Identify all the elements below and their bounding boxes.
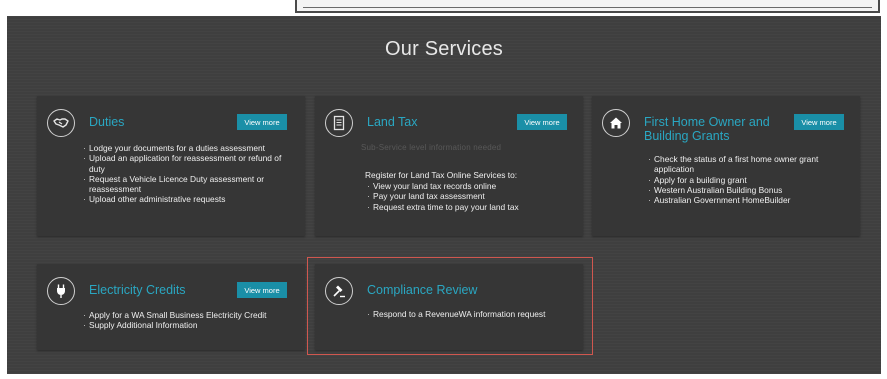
list-item: Check the status of a first home owner g…: [648, 154, 858, 175]
list-item: View your land tax records online: [367, 181, 582, 192]
handshake-icon: [47, 109, 75, 137]
card-title-line: Building Grants: [644, 129, 730, 143]
land-tax-list: View your land tax records online Pay yo…: [367, 181, 582, 212]
section-title: Our Services: [385, 38, 503, 60]
list-item: Apply for a WA Small Business Electricit…: [83, 310, 303, 321]
list-item: Supply Additional Information: [83, 320, 303, 331]
document-icon: [325, 109, 353, 137]
card-title: Duties: [89, 115, 125, 129]
view-more-button-duties[interactable]: View more: [237, 114, 287, 130]
card-land-tax: Land Tax View more Sub-Service level inf…: [315, 96, 583, 236]
list-item: Request a Vehicle Licence Duty assessmen…: [83, 174, 298, 195]
card-title: First Home Owner and Building Grants: [644, 115, 770, 143]
list-item: Australian Government HomeBuilder: [648, 195, 858, 206]
view-more-button-first-home[interactable]: View more: [794, 114, 844, 130]
highlight-box: [307, 257, 593, 355]
top-input-box[interactable]: [295, 0, 880, 13]
faded-note: Sub-Service level information needed: [361, 143, 502, 152]
card-title: Electricity Credits: [89, 283, 186, 297]
card-title-line: First Home Owner and: [644, 115, 770, 129]
list-item: Pay your land tax assessment: [367, 191, 582, 202]
card-title: Land Tax: [367, 115, 418, 129]
electricity-list: Apply for a WA Small Business Electricit…: [83, 310, 303, 331]
list-item: Upload other administrative requests: [83, 194, 298, 205]
card-electricity: Electricity Credits View more Apply for …: [37, 264, 305, 350]
home-icon: [602, 109, 630, 137]
page: Our Services Duties View more Lodge your…: [0, 0, 887, 379]
plug-icon: [47, 277, 75, 305]
list-item: Western Australian Building Bonus: [648, 185, 858, 196]
card-first-home: First Home Owner and Building Grants Vie…: [592, 96, 860, 236]
card-duties: Duties View more Lodge your documents fo…: [37, 96, 305, 236]
duties-list: Lodge your documents for a duties assess…: [83, 143, 298, 205]
view-more-button-land-tax[interactable]: View more: [517, 114, 567, 130]
list-item: Upload an application for reassessment o…: [83, 153, 298, 174]
view-more-button-electricity[interactable]: View more: [237, 282, 287, 298]
list-item: Apply for a building grant: [648, 175, 858, 186]
land-tax-intro: Register for Land Tax Online Services to…: [365, 170, 518, 180]
first-home-list: Check the status of a first home owner g…: [648, 154, 858, 206]
list-item: Request extra time to pay your land tax: [367, 202, 582, 213]
list-item: Lodge your documents for a duties assess…: [83, 143, 298, 154]
top-strip: [0, 0, 887, 16]
